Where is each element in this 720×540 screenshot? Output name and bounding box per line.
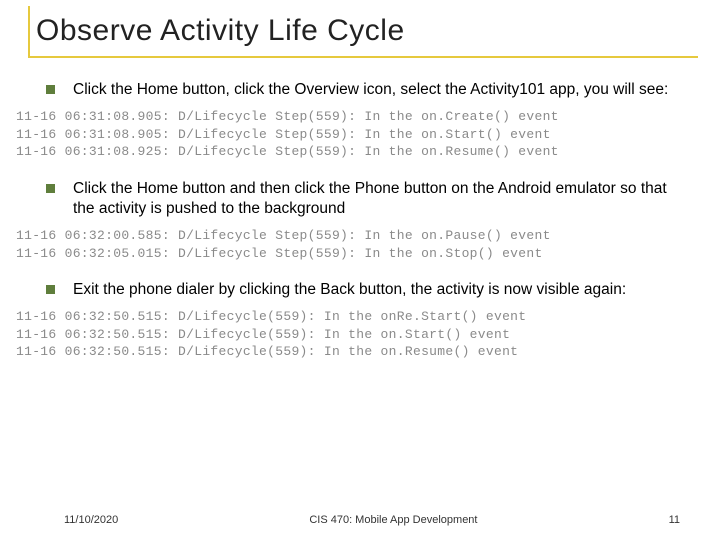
bullet-item: Click the Home button and then click the… [46, 179, 674, 219]
log-output: 11-16 06:32:50.515: D/Lifecycle(559): In… [16, 308, 674, 361]
slide-footer: 11/10/2020 CIS 470: Mobile App Developme… [0, 514, 720, 526]
footer-date: 11/10/2020 [64, 514, 118, 526]
bullet-text: Click the Home button, click the Overvie… [73, 80, 668, 100]
bullet-item: Exit the phone dialer by clicking the Ba… [46, 280, 674, 300]
footer-page-number: 11 [669, 514, 680, 526]
slide-body: Click the Home button, click the Overvie… [0, 48, 720, 361]
square-bullet-icon [46, 184, 55, 193]
bullet-text: Click the Home button and then click the… [73, 179, 674, 219]
title-underline [28, 56, 698, 58]
footer-course: CIS 470: Mobile App Development [118, 514, 668, 526]
square-bullet-icon [46, 85, 55, 94]
slide-title: Observe Activity Life Cycle [36, 14, 720, 48]
bullet-text: Exit the phone dialer by clicking the Ba… [73, 280, 626, 300]
title-accent-vertical [28, 6, 30, 56]
log-output: 11-16 06:31:08.905: D/Lifecycle Step(559… [16, 108, 674, 161]
title-area: Observe Activity Life Cycle [0, 0, 720, 48]
bullet-item: Click the Home button, click the Overvie… [46, 80, 674, 100]
log-output: 11-16 06:32:00.585: D/Lifecycle Step(559… [16, 227, 674, 262]
square-bullet-icon [46, 285, 55, 294]
